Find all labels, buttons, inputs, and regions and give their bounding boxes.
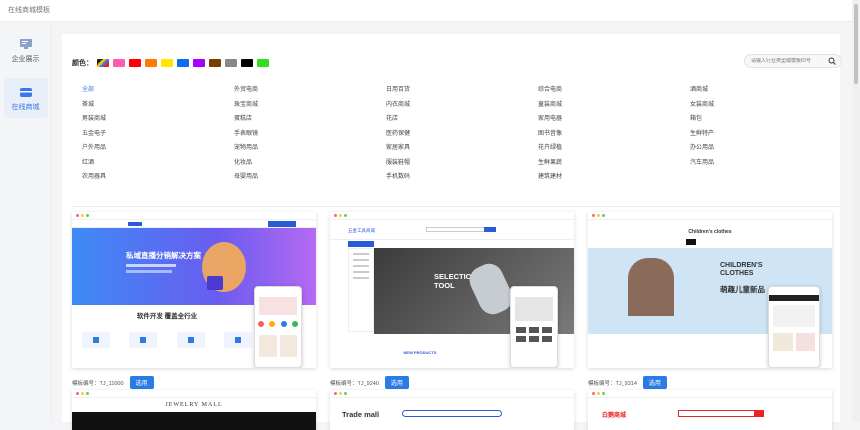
category-link[interactable]: 全部: [82, 85, 234, 95]
category-link[interactable]: 外贸电商: [234, 85, 386, 95]
category-link[interactable]: 男装商城: [82, 114, 234, 124]
sidebar-item-enterprise[interactable]: 企业展示: [4, 30, 48, 70]
category-link[interactable]: 生鲜果蔬: [538, 158, 690, 168]
preview-brand: 白鹅商城: [602, 413, 627, 419]
color-swatch-purple[interactable]: [193, 59, 205, 67]
template-card[interactable]: Children's clothes CHILDREN'S CLOTHES 萌趣…: [588, 212, 832, 389]
template-panel: 颜色： 全部外贸电商日用百货综合电商酒商城茶城珠宝商城内衣商城童装商城女装商城男…: [62, 34, 842, 430]
color-swatch-black[interactable]: [241, 59, 253, 67]
color-swatch-brown[interactable]: [209, 59, 221, 67]
category-link[interactable]: 办公用品: [690, 143, 842, 153]
category-link[interactable]: 茶城: [82, 100, 234, 110]
category-link[interactable]: 生鲜特产: [690, 129, 842, 139]
sidebar-item-label: 在线商城: [11, 104, 40, 111]
category-link[interactable]: 综合电商: [538, 85, 690, 95]
template-card[interactable]: 五金工具商城 SELECTION TOOL NEW PRODUCTS 模板编号：…: [330, 212, 574, 389]
category-link[interactable]: 建筑建材: [538, 172, 690, 182]
category-link[interactable]: 服装鞋帽: [386, 158, 538, 168]
main-content: 颜色： 全部外贸电商日用百货综合电商酒商城茶城珠宝商城内衣商城童装商城女装商城男…: [52, 22, 852, 430]
divider: [72, 206, 842, 207]
category-link[interactable]: 蛋糕店: [234, 114, 386, 124]
preview-brand: Children's clothes: [688, 229, 732, 235]
template-id: 模板编号：TJ_9314: [588, 380, 637, 387]
category-link[interactable]: 医药保健: [386, 129, 538, 139]
category-link[interactable]: 花店: [386, 114, 538, 124]
template-card-footer: 模板编号：TJ_9240 选用: [330, 376, 574, 389]
category-link[interactable]: 五金电子: [82, 129, 234, 139]
sidebar-item-store[interactable]: 在线商城: [3, 78, 48, 118]
category-link[interactable]: 汽车用品: [690, 158, 842, 168]
category-link[interactable]: 图书音像: [538, 129, 690, 139]
color-swatch-orange[interactable]: [145, 59, 157, 67]
preview-headline: 私域直播分销解决方案: [126, 251, 201, 260]
preview-brand: 五金工具商城: [348, 228, 375, 233]
template-card[interactable]: Trade mall: [330, 390, 574, 430]
category-link[interactable]: 化妆品: [234, 158, 386, 168]
select-button[interactable]: 选用: [642, 376, 667, 389]
select-button[interactable]: 选用: [129, 376, 154, 389]
template-card[interactable]: JEWELRY MALL: [72, 390, 316, 430]
template-preview[interactable]: JEWELRY MALL: [72, 390, 316, 430]
category-link[interactable]: 花卉绿植: [538, 143, 690, 153]
category-link[interactable]: 酒商城: [690, 85, 842, 95]
category-link[interactable]: 手表眼镜: [234, 129, 386, 139]
search-icon[interactable]: [828, 57, 836, 65]
category-link[interactable]: 箱包: [690, 114, 842, 124]
preview-headline: CHILDREN'S CLOTHES: [720, 262, 763, 277]
category-link[interactable]: 内衣商城: [386, 100, 538, 110]
category-link[interactable]: 宠物用品: [234, 143, 386, 153]
template-preview[interactable]: 白鹅商城: [588, 390, 832, 430]
preview-section-title: 软件开发 覆盖全行业: [136, 313, 198, 320]
category-link[interactable]: 农用器具: [82, 172, 234, 182]
template-card-footer: 模板编号：TJ_11000 选用: [72, 376, 316, 389]
category-link[interactable]: 家用电器: [538, 114, 690, 124]
category-link[interactable]: 家居家具: [386, 143, 538, 153]
search-box: [744, 54, 842, 68]
preview-brand: JEWELRY MALL: [72, 398, 316, 412]
color-swatch-blue[interactable]: [177, 59, 189, 67]
color-swatch-all[interactable]: [97, 59, 109, 67]
scrollbar-thumb[interactable]: [854, 4, 858, 84]
category-link[interactable]: 红酒: [82, 158, 234, 168]
template-card[interactable]: 白鹅商城: [588, 390, 832, 430]
category-link[interactable]: 母婴用品: [234, 172, 386, 182]
store-icon: [19, 88, 32, 97]
template-id: 模板编号：TJ_9240: [330, 380, 379, 387]
window-title-bar: 在线商城模板: [0, 0, 852, 22]
template-preview[interactable]: 五金工具商城 SELECTION TOOL NEW PRODUCTS: [330, 212, 574, 368]
preview-section-title: NEW PRODUCTS: [403, 350, 437, 355]
color-filter-label: 颜色：: [72, 60, 93, 67]
category-link[interactable]: 童装商城: [538, 100, 690, 110]
category-link[interactable]: 日用百货: [386, 85, 538, 95]
preview-subtitle: 萌趣儿童新品: [720, 285, 765, 294]
template-preview[interactable]: Children's clothes CHILDREN'S CLOTHES 萌趣…: [588, 212, 832, 368]
color-swatch-pink[interactable]: [113, 59, 125, 67]
template-preview[interactable]: Trade mall: [330, 390, 574, 430]
sidebar-item-label: 企业展示: [11, 56, 40, 63]
category-link[interactable]: 户外用品: [82, 143, 234, 153]
template-card[interactable]: 私域直播分销解决方案 软件开发 覆盖全行业 模板编号：TJ_11000 选用: [72, 212, 316, 389]
category-list: 全部 外贸电商 日用百货 综合电商 酒商城茶城 珠宝商城 内衣商城 童装商城 女装商城男装商城蛋…: [82, 85, 842, 182]
category-link[interactable]: 手机数码: [386, 172, 538, 182]
select-button[interactable]: 选用: [384, 376, 409, 389]
category-link[interactable]: 珠宝商城: [234, 100, 386, 110]
color-swatch-yellow[interactable]: [161, 59, 173, 67]
color-swatch-green[interactable]: [257, 59, 269, 67]
sidebar: 企业展示 在线商城: [0, 22, 52, 422]
template-card-footer: 模板编号：TJ_9314 选用: [588, 376, 832, 389]
category-link[interactable]: 女装商城: [690, 100, 842, 110]
color-filter: 颜色：: [72, 58, 269, 68]
template-preview[interactable]: 私域直播分销解决方案 软件开发 覆盖全行业: [72, 212, 316, 368]
window-title: 在线商城模板: [8, 7, 50, 14]
monitor-icon: [19, 39, 32, 49]
search-input[interactable]: [751, 58, 823, 64]
preview-brand: Trade mall: [342, 410, 380, 419]
color-swatch-red[interactable]: [129, 59, 141, 67]
template-id: 模板编号：TJ_11000: [72, 380, 124, 387]
color-swatch-gray[interactable]: [225, 59, 237, 67]
